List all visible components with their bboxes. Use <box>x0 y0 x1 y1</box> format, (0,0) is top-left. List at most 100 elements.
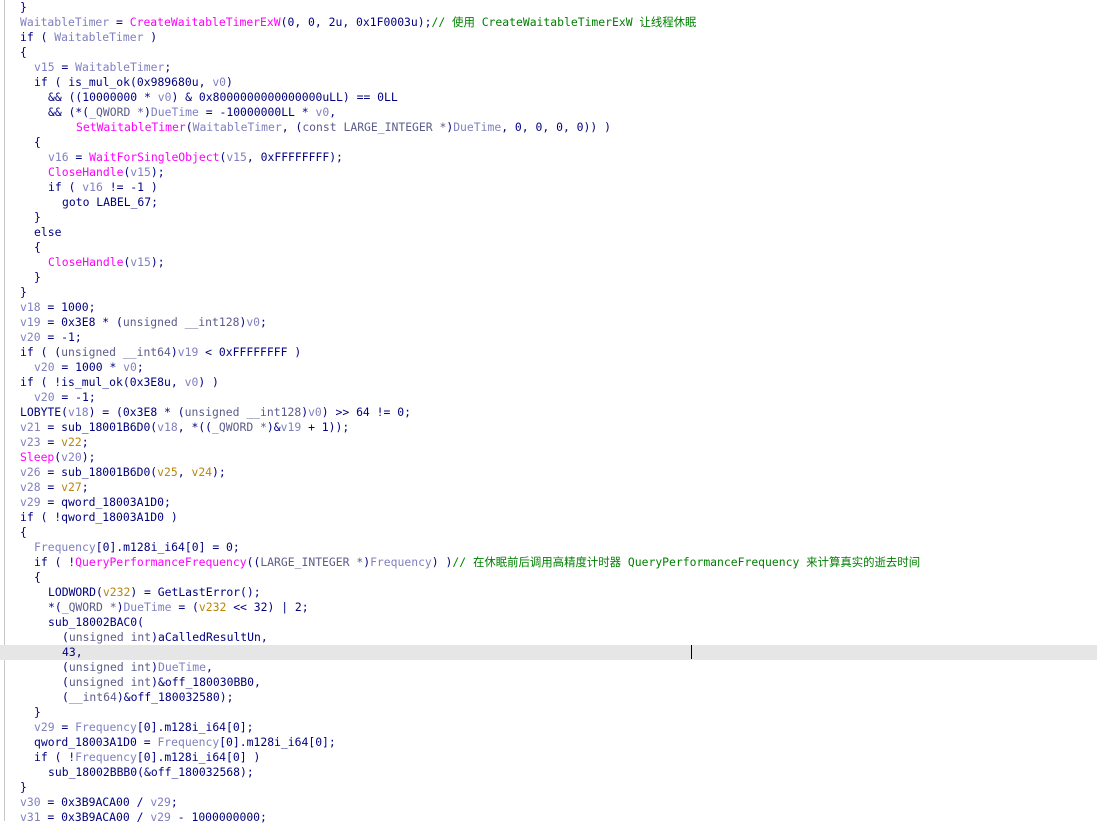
code-token: unsigned int <box>68 660 152 674</box>
code-token: ; <box>81 480 89 494</box>
code-line[interactable]: v23 = v22; <box>6 435 1097 450</box>
code-line[interactable]: else <box>6 225 1097 240</box>
code-token: [0].m128i_i64[0]; <box>136 720 254 734</box>
code-line[interactable]: CloseHandle(v15); <box>6 165 1097 180</box>
code-line[interactable]: { <box>6 135 1097 150</box>
code-line[interactable]: } <box>6 210 1097 225</box>
code-line[interactable]: (unsigned int)aCalledResultUn, <box>6 630 1097 645</box>
code-token: sub_18002BBB0(&off_180032568); <box>48 765 254 779</box>
code-token: v15 <box>226 150 247 164</box>
code-line[interactable]: Sleep(v20); <box>6 450 1097 465</box>
code-token: )& <box>266 420 281 434</box>
code-token: = 1000 * <box>54 360 124 374</box>
code-token: v232 <box>102 585 131 599</box>
code-line[interactable]: v16 = WaitForSingleObject(v15, 0xFFFFFFF… <box>6 150 1097 165</box>
code-token: v18 <box>68 405 89 419</box>
code-line[interactable]: && ((10000000 * v0) & 0x8000000000000000… <box>6 90 1097 105</box>
code-token: v29 <box>34 720 55 734</box>
code-token: = 0x3B9ACA00 / <box>40 795 151 809</box>
code-token: v16 <box>82 180 103 194</box>
code-line[interactable]: v20 = -1; <box>6 390 1097 405</box>
code-token: { <box>20 45 27 59</box>
code-token: (( <box>246 555 261 569</box>
code-line[interactable]: { <box>6 45 1097 60</box>
code-token: v15 <box>34 60 55 74</box>
code-token: = <box>54 720 76 734</box>
code-token: = qword_18003A1D0; <box>40 495 171 509</box>
pseudocode-editor[interactable]: } WaitableTimer = CreateWaitableTimerExW(… <box>0 0 1097 824</box>
code-line[interactable]: (__int64)&off_180032580); <box>6 690 1097 705</box>
code-token: = -1; <box>54 390 96 404</box>
code-line[interactable]: { <box>6 525 1097 540</box>
code-line[interactable]: SetWaitableTimer(WaitableTimer, (const L… <box>6 120 1097 135</box>
code-token: } <box>20 780 27 794</box>
code-token: (0, 0, 2u, 0x1F0003u); <box>280 15 432 29</box>
code-line[interactable]: } <box>6 285 1097 300</box>
code-line[interactable]: { <box>6 570 1097 585</box>
code-line[interactable]: { <box>6 240 1097 255</box>
code-line[interactable]: LODWORD(v232) = GetLastError(); <box>6 585 1097 600</box>
code-line[interactable]: if ( v16 != -1 ) <box>6 180 1097 195</box>
code-line[interactable]: LOBYTE(v18) = (0x3E8 * (unsigned __int12… <box>6 405 1097 420</box>
code-line[interactable]: CloseHandle(v15); <box>6 255 1097 270</box>
code-token: ; <box>136 360 144 374</box>
code-token: = -1; <box>40 330 82 344</box>
code-token: ; <box>260 315 267 329</box>
code-line[interactable]: v30 = 0x3B9ACA00 / v29; <box>6 795 1097 810</box>
code-line[interactable]: if ( is_mul_ok(0x989680u, v0) <box>6 75 1097 90</box>
code-line[interactable]: v20 = -1; <box>6 330 1097 345</box>
code-token: Frequency <box>157 735 220 749</box>
code-line[interactable]: goto LABEL_67; <box>6 195 1097 210</box>
code-line[interactable]: v26 = sub_18001B6D0(v25, v24); <box>6 465 1097 480</box>
code-line[interactable]: v19 = 0x3E8 * (unsigned __int128)v0; <box>6 315 1097 330</box>
code-token: else <box>34 225 62 239</box>
code-line[interactable]: v28 = v27; <box>6 480 1097 495</box>
code-token: 43, <box>62 645 83 659</box>
code-line[interactable]: (unsigned int)&off_180030BB0, <box>6 675 1097 690</box>
code-line[interactable]: if ( !QueryPerformanceFrequency((LARGE_I… <box>6 555 1097 570</box>
code-token: [0].m128i_i64[0] ) <box>136 750 261 764</box>
code-token: v20 <box>20 330 41 344</box>
code-line[interactable]: if ( !is_mul_ok(0x3E8u, v0) ) <box>6 375 1097 390</box>
code-line[interactable]: WaitableTimer = CreateWaitableTimerExW(0… <box>6 15 1097 30</box>
code-token: , ( <box>281 120 303 134</box>
code-line[interactable]: } <box>6 270 1097 285</box>
code-token: ) <box>170 345 178 359</box>
code-line[interactable]: v20 = 1000 * v0; <box>6 360 1097 375</box>
code-token: WaitForSingleObject <box>89 150 220 164</box>
code-token: ) = GetLastError(); <box>130 585 261 599</box>
code-line[interactable]: } <box>6 705 1097 720</box>
code-token: unsigned __int64 <box>61 345 171 359</box>
code-line[interactable]: Frequency[0].m128i_i64[0] = 0; <box>6 540 1097 555</box>
code-token: v15 <box>130 165 151 179</box>
code-line[interactable]: if ( (unsigned __int64)v19 < 0xFFFFFFFF … <box>6 345 1097 360</box>
code-line[interactable]: if ( WaitableTimer ) <box>6 30 1097 45</box>
code-line[interactable]: if ( !qword_18003A1D0 ) <box>6 510 1097 525</box>
code-line-current[interactable]: 43, <box>0 645 1097 660</box>
code-line[interactable]: } <box>6 780 1097 795</box>
code-line[interactable]: *(_QWORD *)DueTime = (v232 << 32) | 2; <box>6 600 1097 615</box>
code-line[interactable]: sub_18002BBB0(&off_180032568); <box>6 765 1097 780</box>
code-token: v0 <box>184 375 199 389</box>
code-line[interactable]: v18 = 1000; <box>6 300 1097 315</box>
code-token: ); <box>212 465 226 479</box>
code-line[interactable]: v21 = sub_18001B6D0(v18, *((_QWORD *)&v1… <box>6 420 1097 435</box>
code-line[interactable]: sub_18002BAC0( <box>6 615 1097 630</box>
code-line[interactable]: } <box>6 0 1097 15</box>
code-line[interactable]: v29 = Frequency[0].m128i_i64[0]; <box>6 720 1097 735</box>
code-token: if ( !is_mul_ok(0x3E8u, <box>20 375 185 389</box>
code-token: v23 <box>20 435 41 449</box>
code-line[interactable]: (unsigned int)DueTime, <box>6 660 1097 675</box>
code-token: != -1 ) <box>102 180 158 194</box>
code-token: // 使用 CreateWaitableTimerExW 让线程休眠 <box>431 15 697 29</box>
code-line[interactable]: if ( !Frequency[0].m128i_i64[0] ) <box>6 750 1097 765</box>
code-token: )aCalledResultUn, <box>151 630 268 644</box>
code-line[interactable]: v31 = 0x3B9ACA00 / v29 - 1000000000; <box>6 810 1097 825</box>
code-token: Frequency <box>75 720 137 734</box>
code-line[interactable]: v15 = WaitableTimer; <box>6 60 1097 75</box>
code-token: v15 <box>130 255 151 269</box>
code-line[interactable]: && (*(_QWORD *)DueTime = -10000000LL * v… <box>6 105 1097 120</box>
code-token: { <box>34 570 41 584</box>
code-line[interactable]: qword_18003A1D0 = Frequency[0].m128i_i64… <box>6 735 1097 750</box>
code-line[interactable]: v29 = qword_18003A1D0; <box>6 495 1097 510</box>
